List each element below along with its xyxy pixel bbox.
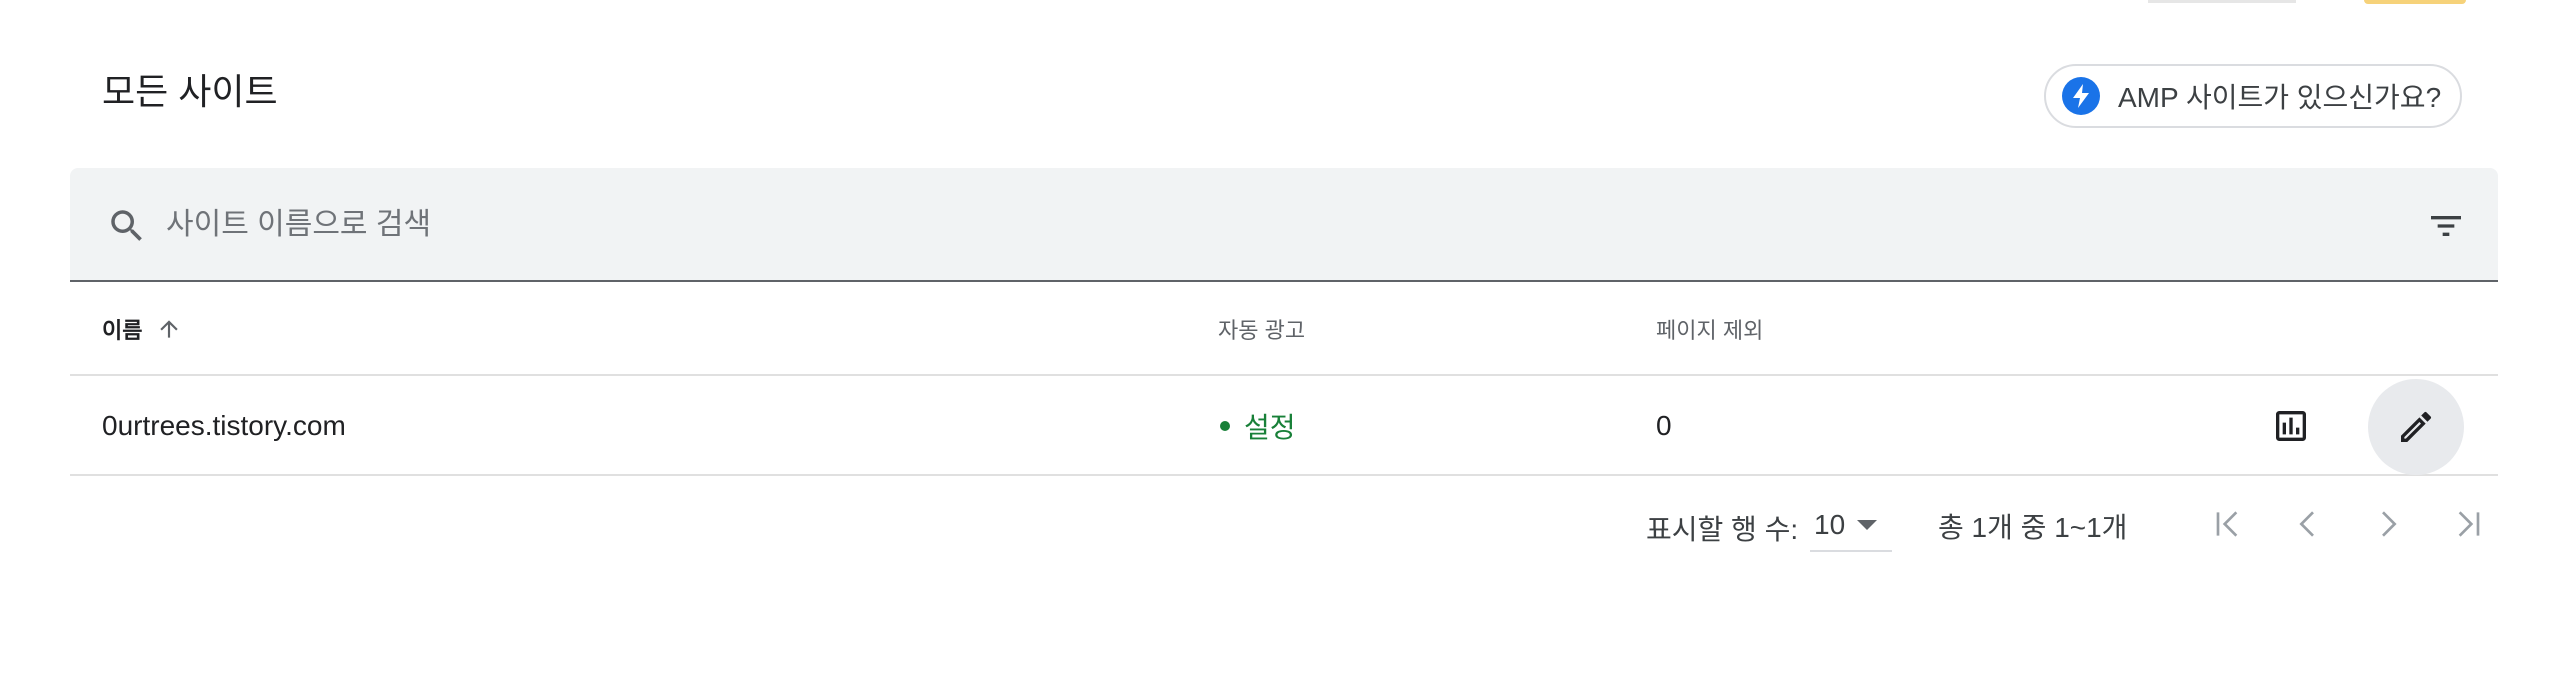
sites-table: 이름 자동 광고 페이지 제외 0urtrees.tistory.com 설정 …	[70, 168, 2498, 552]
status-dot-icon	[1220, 421, 1230, 431]
bar-chart-icon	[2276, 411, 2306, 441]
search-input[interactable]	[166, 198, 2266, 252]
amp-button-label: AMP 사이트가 있으신가요?	[2118, 82, 2442, 113]
column-header-auto-ads[interactable]: 자동 광고	[1218, 282, 1305, 376]
table-header-row: 이름 자동 광고 페이지 제외	[70, 282, 2498, 376]
cutoff-element	[2148, 0, 2296, 3]
table-row[interactable]: 0urtrees.tistory.com 설정 0	[70, 376, 2498, 476]
last-page-icon	[2458, 511, 2480, 537]
first-page-icon	[2216, 511, 2238, 537]
search-bar	[70, 168, 2498, 282]
chevron-right-icon	[2382, 511, 2397, 537]
previous-page-button[interactable]	[2286, 502, 2330, 546]
next-page-button[interactable]	[2366, 502, 2410, 546]
rows-per-page-select[interactable]: 10	[1810, 500, 1892, 552]
rows-per-page-value: 10	[1814, 509, 1846, 540]
sites-page: 모든 사이트 AMP 사이트가 있으신가요? 이름	[0, 0, 2568, 676]
column-header-page-exclusions[interactable]: 페이지 제외	[1656, 282, 1763, 376]
first-page-button[interactable]	[2206, 502, 2250, 546]
filter-icon[interactable]	[2426, 206, 2466, 246]
column-header-label: 이름	[102, 318, 143, 343]
pagination-range: 총 1개 중 1~1개	[1938, 512, 2128, 543]
caret-down-icon	[1857, 520, 1878, 530]
arrow-up-icon	[160, 320, 179, 338]
search-icon	[111, 210, 142, 241]
page-exclusions-cell: 0	[1656, 410, 1672, 441]
pencil-icon	[2401, 411, 2432, 442]
site-name-cell: 0urtrees.tistory.com	[102, 410, 346, 441]
pagination-bar: 표시할 행 수: 10 총 1개 중 1~1개	[70, 476, 2498, 572]
rows-per-page-label: 표시할 행 수:	[1646, 514, 1799, 545]
last-page-button[interactable]	[2446, 502, 2490, 546]
edit-button[interactable]	[2368, 379, 2464, 475]
auto-ads-status-cell: 설정	[1220, 376, 1296, 476]
section-title: 모든 사이트	[102, 71, 278, 112]
report-button[interactable]	[2264, 399, 2318, 453]
bolt-icon	[2062, 77, 2100, 115]
cutoff-element	[2364, 0, 2466, 4]
auto-ads-status: 설정	[1244, 412, 1296, 443]
column-header-name[interactable]: 이름	[102, 282, 182, 376]
amp-sites-button[interactable]: AMP 사이트가 있으신가요?	[2044, 64, 2462, 128]
chevron-left-icon	[2299, 511, 2314, 537]
